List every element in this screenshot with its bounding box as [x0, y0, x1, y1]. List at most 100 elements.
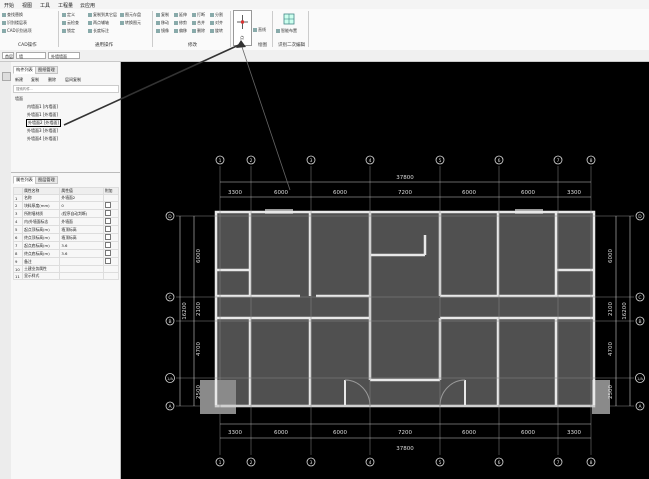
- dim-span-bottom: 7200: [398, 430, 412, 436]
- table-row[interactable]: 7 起点底标高(m) 3.6: [12, 241, 120, 250]
- floor-table-button[interactable]: 识别楼层表: [2, 20, 27, 26]
- drawing-canvas[interactable]: 1 2 3 4 5 6 7 8 1 2 3 4 5 6 7 8 D C B 1/…: [121, 62, 649, 479]
- table-row[interactable]: 4 内/外墙面标志 外墙面: [12, 217, 120, 226]
- dim-span-right: 6000: [608, 249, 614, 263]
- draw-point-button[interactable]: 点: [233, 10, 252, 46]
- type-select[interactable]: 墙: [16, 52, 46, 59]
- group-label-draw: 绘图: [258, 43, 267, 48]
- cad-options-button[interactable]: CAD识别选项: [2, 28, 32, 34]
- define-button[interactable]: 定义: [62, 12, 75, 18]
- dim-span-left: 4700: [196, 342, 202, 356]
- grid-label-side: B: [168, 319, 171, 325]
- col-header-extra: 附加: [102, 187, 120, 195]
- save-elements-button[interactable]: 图元存盘: [120, 12, 141, 18]
- subtype-select[interactable]: 外墙墙面: [48, 52, 80, 59]
- tree-item[interactable]: 内墙面1 [内墙面]: [27, 104, 58, 110]
- grid-label-side: 1/A: [637, 377, 643, 381]
- menu-item-quantity[interactable]: 工程量: [58, 2, 73, 9]
- tree-item[interactable]: 外墙面1 [外墙面]: [27, 112, 58, 118]
- lock-button[interactable]: 锁定: [62, 28, 75, 34]
- draw-line-button[interactable]: 直线: [253, 27, 266, 33]
- tab-component-list[interactable]: 构件列表: [13, 66, 36, 74]
- merge-button[interactable]: 合并: [192, 20, 205, 26]
- copy-between-floors-button[interactable]: 层间复制: [65, 77, 81, 83]
- delete-button[interactable]: 删除: [192, 28, 205, 34]
- floor-plan[interactable]: 1 2 3 4 5 6 7 8 1 2 3 4 5 6 7 8 D C B 1/…: [121, 62, 649, 479]
- convert-elements-button[interactable]: 转换图元: [120, 20, 141, 26]
- table-row[interactable]: 9 备注: [12, 257, 120, 266]
- table-row[interactable]: 1 名称 外墙面2: [12, 194, 120, 202]
- copy-to-floor-button[interactable]: 复制到其它层: [88, 12, 117, 18]
- copy-button[interactable]: 复制: [156, 12, 169, 18]
- dim-span-right: 2500: [608, 385, 614, 399]
- tab-layers[interactable]: 图层管理: [35, 176, 58, 184]
- rotate-button[interactable]: 旋转: [210, 28, 223, 34]
- attach-checkbox[interactable]: [104, 210, 111, 216]
- dim-span-bottom: 6000: [333, 430, 347, 436]
- new-button[interactable]: 新建: [15, 77, 23, 83]
- menu-item-tools[interactable]: 工具: [40, 2, 50, 9]
- panel-toggle-icon[interactable]: [2, 72, 11, 81]
- tree-item[interactable]: 外墙面3 [外墙面]: [27, 128, 58, 134]
- table-row[interactable]: 8 终点底标高(m) 3.6: [12, 249, 120, 258]
- smart-layout-icon: [283, 13, 295, 25]
- tree-item[interactable]: 外墙面4 [外墙面]: [27, 136, 58, 142]
- dim-span-bottom: 3300: [228, 430, 242, 436]
- grid-label-bottom: 7: [557, 460, 560, 466]
- move-button[interactable]: 移动: [156, 20, 169, 26]
- grid-label-top: 2: [250, 158, 253, 164]
- align-button[interactable]: 对齐: [210, 20, 223, 26]
- dim-span-top: 3300: [228, 190, 242, 196]
- tree-root[interactable]: 墙面: [15, 96, 23, 102]
- attach-checkbox[interactable]: [104, 242, 111, 248]
- attach-checkbox[interactable]: [104, 226, 111, 232]
- grid-label-bottom: 4: [369, 460, 372, 466]
- dim-span-top: 6000: [333, 190, 347, 196]
- point-icon: [237, 15, 248, 29]
- grid-label-side: B: [638, 319, 641, 325]
- mirror-button[interactable]: 镜像: [156, 28, 169, 34]
- grid-label-side: C: [168, 295, 171, 301]
- table-row[interactable]: 5 起点顶标高(m) 墙顶标高: [12, 225, 120, 234]
- offset-button[interactable]: 偏移: [174, 28, 187, 34]
- dim-span-right: 2100: [608, 302, 614, 316]
- menu-item-cloud[interactable]: 云应用: [80, 2, 95, 9]
- col-header-name: 属性名称: [22, 187, 61, 195]
- selector-row: 首层 墙 外墙墙面: [0, 50, 649, 62]
- menu-item-start[interactable]: 开始: [4, 2, 14, 9]
- dim-length-button[interactable]: 长度标注: [88, 28, 109, 34]
- find-replace-button[interactable]: 查找替换: [2, 12, 23, 18]
- cloud-check-button[interactable]: 云检查: [62, 20, 79, 26]
- aux-axis-button[interactable]: 两点辅轴: [88, 20, 109, 26]
- menu-item-view[interactable]: 视图: [22, 2, 32, 9]
- group-label-common: 通用操作: [95, 43, 113, 48]
- table-row[interactable]: 3 所附墙材质 (程序自动判断): [12, 209, 120, 218]
- grid-label-side: D: [168, 214, 172, 220]
- attach-checkbox[interactable]: [104, 250, 111, 256]
- table-row[interactable]: 2 块料厚度(mm) 0: [12, 201, 120, 210]
- tab-properties[interactable]: 属性列表: [13, 176, 36, 184]
- delete-component-button[interactable]: 删除: [48, 77, 56, 83]
- attach-checkbox[interactable]: [104, 218, 111, 224]
- dim-total-top: 37800: [396, 175, 414, 181]
- col-header-value: 属性值: [59, 187, 104, 195]
- dim-total-bottom: 37800: [396, 446, 414, 452]
- table-row[interactable]: 11 显示样式: [12, 272, 120, 280]
- component-search-input[interactable]: [13, 85, 119, 93]
- attach-checkbox[interactable]: [104, 258, 111, 264]
- floor-select[interactable]: 首层: [2, 52, 14, 59]
- table-row[interactable]: 10 土建业务属性: [12, 265, 120, 273]
- extend-button[interactable]: 延伸: [174, 12, 187, 18]
- trim-button[interactable]: 修剪: [174, 20, 187, 26]
- grid-label-top: 4: [369, 158, 372, 164]
- attach-checkbox[interactable]: [104, 234, 111, 240]
- tree-item-selected[interactable]: 外墙面2 [外墙面]: [26, 119, 61, 127]
- smart-layout-button[interactable]: 智能布置: [276, 28, 297, 34]
- attach-checkbox[interactable]: [104, 202, 111, 208]
- break-button[interactable]: 打断: [192, 12, 205, 18]
- split-button[interactable]: 分割: [210, 12, 223, 18]
- draw-point-label: 点: [240, 35, 244, 40]
- table-row[interactable]: 6 终点顶标高(m) 墙顶标高: [12, 233, 120, 242]
- tab-drawing-manage[interactable]: 图纸管理: [35, 66, 58, 74]
- copy-component-button[interactable]: 复制: [31, 77, 39, 83]
